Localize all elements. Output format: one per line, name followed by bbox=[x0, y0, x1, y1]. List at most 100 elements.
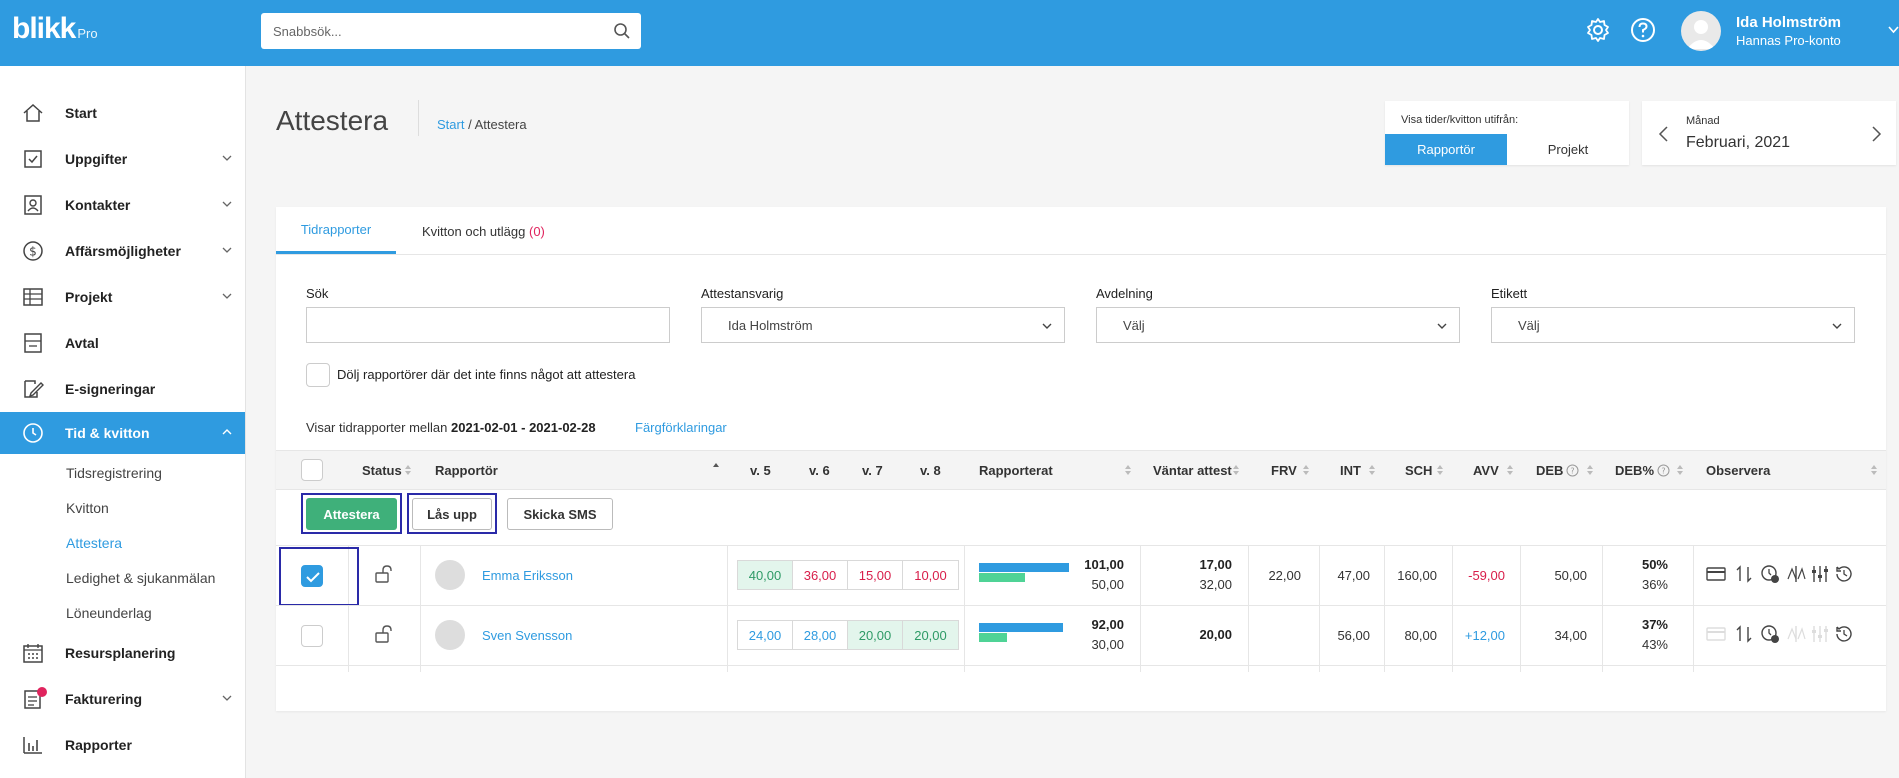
transfer-icon[interactable] bbox=[1734, 564, 1754, 584]
user-avatar[interactable] bbox=[1681, 11, 1721, 51]
sidebar-item-fakturering[interactable]: Fakturering bbox=[0, 678, 245, 720]
sort-icon[interactable] bbox=[1586, 464, 1594, 476]
week-value[interactable]: 20,00 bbox=[903, 621, 958, 649]
col-deb[interactable]: DEB bbox=[1536, 463, 1563, 478]
breadcrumb-home-link[interactable]: Start bbox=[437, 117, 464, 132]
approve-button[interactable]: Attestera bbox=[306, 498, 397, 530]
tag-select[interactable]: Välj bbox=[1491, 307, 1855, 343]
transfer-icon[interactable] bbox=[1734, 624, 1754, 644]
sidebar-item-rapporter[interactable]: Rapporter bbox=[0, 724, 245, 766]
col-avv[interactable]: AVV bbox=[1473, 463, 1499, 478]
sort-icon[interactable] bbox=[1368, 464, 1376, 476]
avv-value: +12,00 bbox=[1464, 628, 1505, 643]
week-value[interactable]: 28,00 bbox=[793, 621, 848, 649]
help-icon[interactable]: ? bbox=[1657, 464, 1670, 477]
col-reporter[interactable]: Rapportör bbox=[435, 463, 498, 478]
sidebar-sub-tidsregistrering[interactable]: Tidsregistrering bbox=[66, 465, 162, 481]
col-divider bbox=[1693, 546, 1694, 672]
sort-icon[interactable] bbox=[1676, 464, 1684, 476]
col-deb-percent[interactable]: DEB% bbox=[1615, 463, 1654, 478]
sidebar-item-kontakter[interactable]: Kontakter bbox=[0, 184, 245, 226]
sort-asc-icon[interactable] bbox=[712, 461, 720, 473]
sort-icon[interactable] bbox=[1124, 464, 1132, 476]
sidebar-sub-attestera[interactable]: Attestera bbox=[66, 535, 122, 551]
user-name[interactable]: Ida Holmström bbox=[1736, 14, 1841, 31]
sort-icon[interactable] bbox=[404, 464, 412, 476]
col-pending[interactable]: Väntar attest bbox=[1153, 463, 1232, 478]
sort-icon[interactable] bbox=[1302, 464, 1310, 476]
sort-icon[interactable] bbox=[1232, 464, 1240, 476]
approver-select[interactable]: Ida Holmström bbox=[701, 307, 1065, 343]
view-toggle-project[interactable]: Projekt bbox=[1507, 134, 1629, 165]
week-value[interactable]: 40,00 bbox=[738, 561, 793, 589]
week-value[interactable]: 20,00 bbox=[848, 621, 903, 649]
row-checkbox[interactable] bbox=[301, 565, 323, 587]
unlocked-icon[interactable] bbox=[374, 565, 394, 583]
sidebar-item-label: Affärsmöjligheter bbox=[65, 243, 181, 259]
sort-icon[interactable] bbox=[1436, 464, 1444, 476]
scale-icon bbox=[1787, 626, 1806, 642]
week-value[interactable]: 24,00 bbox=[738, 621, 793, 649]
col-reported[interactable]: Rapporterat bbox=[979, 463, 1053, 478]
deb-percent-top: 50% bbox=[1641, 557, 1668, 572]
gear-icon[interactable] bbox=[1584, 16, 1612, 44]
sidebar-sub-kvitton[interactable]: Kvitton bbox=[66, 500, 109, 516]
reporter-name-link[interactable]: Emma Eriksson bbox=[482, 568, 573, 583]
col-frv[interactable]: FRV bbox=[1271, 463, 1297, 478]
search-input[interactable] bbox=[261, 13, 591, 49]
col-int[interactable]: INT bbox=[1340, 463, 1361, 478]
sliders-icon[interactable] bbox=[1810, 564, 1830, 584]
sidebar-item-uppgifter[interactable]: Uppgifter bbox=[0, 138, 245, 180]
week-value[interactable]: 15,00 bbox=[848, 561, 903, 589]
send-sms-button[interactable]: Skicka SMS bbox=[507, 498, 613, 530]
sort-icon[interactable] bbox=[1506, 464, 1514, 476]
week-value[interactable]: 10,00 bbox=[903, 561, 958, 589]
color-legend-link[interactable]: Färgförklaringar bbox=[635, 420, 727, 435]
sort-icon[interactable] bbox=[1870, 464, 1878, 476]
col-sch[interactable]: SCH bbox=[1405, 463, 1432, 478]
tab-kvitton[interactable]: Kvitton och utlägg (0) bbox=[422, 207, 545, 255]
tab-tidrapporter[interactable]: Tidrapporter bbox=[276, 207, 396, 255]
scale-icon[interactable] bbox=[1786, 564, 1806, 584]
chevron-left-icon[interactable] bbox=[1656, 125, 1672, 143]
search-icon[interactable] bbox=[613, 22, 631, 40]
sidebar-item-label: E-signeringar bbox=[65, 381, 156, 397]
department-select[interactable]: Välj bbox=[1096, 307, 1460, 343]
credit-card-icon[interactable] bbox=[1706, 564, 1726, 584]
col-divider bbox=[1140, 546, 1141, 672]
sidebar-sub-loneunderlag[interactable]: Löneunderlag bbox=[66, 605, 152, 621]
help-icon[interactable] bbox=[1629, 16, 1657, 44]
sidebar-item-avtal[interactable]: Avtal bbox=[0, 322, 245, 364]
help-icon[interactable]: ? bbox=[1566, 464, 1579, 477]
search-field[interactable] bbox=[306, 307, 670, 343]
chevron-down-icon[interactable] bbox=[1888, 24, 1899, 35]
sidebar-item-affarsmojligheter[interactable]: $ Affärsmöjligheter bbox=[0, 230, 245, 272]
reported-total: 92,00 bbox=[1091, 617, 1124, 632]
unlock-button[interactable]: Lås upp bbox=[412, 498, 492, 530]
chevron-down-icon bbox=[222, 695, 232, 701]
history-icon[interactable] bbox=[1834, 624, 1854, 644]
view-toggle-reporter[interactable]: Rapportör bbox=[1385, 134, 1507, 165]
history-icon[interactable] bbox=[1834, 564, 1854, 584]
sidebar-item-start[interactable]: Start bbox=[0, 92, 245, 134]
reporter-name-link[interactable]: Sven Svensson bbox=[482, 628, 572, 643]
sidebar-item-resursplanering[interactable]: Resursplanering bbox=[0, 632, 245, 674]
col-divider bbox=[1319, 546, 1320, 672]
unlocked-icon[interactable] bbox=[374, 625, 394, 643]
row-checkbox[interactable] bbox=[301, 625, 323, 647]
hide-reporters-checkbox[interactable] bbox=[306, 363, 330, 387]
sidebar-item-tid-kvitton[interactable]: Tid & kvitton bbox=[0, 412, 245, 454]
clock-add-icon[interactable] bbox=[1760, 564, 1780, 584]
clock-add-icon[interactable] bbox=[1760, 624, 1780, 644]
col-status[interactable]: Status bbox=[362, 463, 402, 478]
select-all-checkbox[interactable] bbox=[301, 459, 323, 481]
logo[interactable]: blikk Pro bbox=[12, 12, 98, 46]
reported-total: 101,00 bbox=[1084, 557, 1124, 572]
sidebar-item-e-signeringar[interactable]: E-signeringar bbox=[0, 368, 245, 410]
week-value[interactable]: 36,00 bbox=[793, 561, 848, 589]
sidebar-sub-ledighet[interactable]: Ledighet & sjukanmälan bbox=[66, 570, 215, 586]
chevron-right-icon[interactable] bbox=[1868, 125, 1884, 143]
billable-bar bbox=[979, 573, 1025, 582]
sidebar-item-projekt[interactable]: Projekt bbox=[0, 276, 245, 318]
row-divider bbox=[276, 605, 1886, 606]
